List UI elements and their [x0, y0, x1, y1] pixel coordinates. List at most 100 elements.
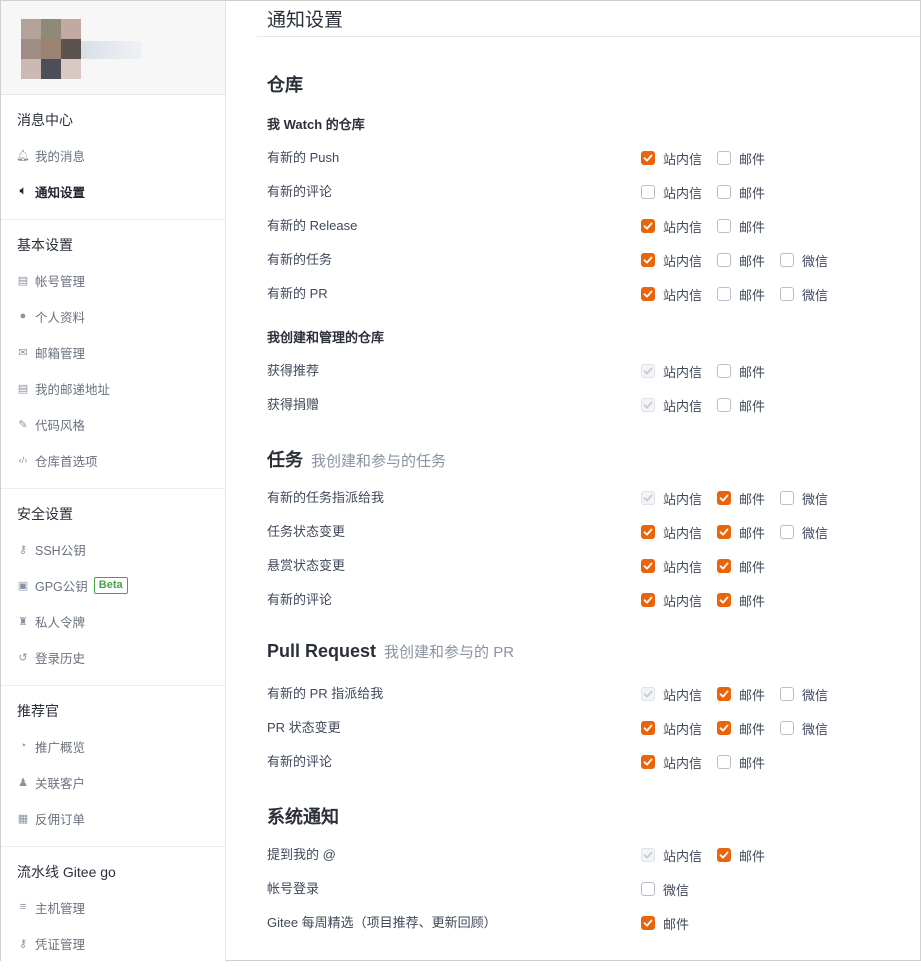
- wechat-checkbox[interactable]: [641, 882, 655, 896]
- email-checkbox[interactable]: [717, 364, 731, 378]
- email-checkbox[interactable]: [717, 593, 731, 607]
- site-checkbox[interactable]: [641, 287, 655, 301]
- site-option[interactable]: 站内信: [641, 487, 702, 509]
- sidebar-item[interactable]: ↺ 登录历史: [1, 639, 225, 675]
- email-checkbox[interactable]: [717, 559, 731, 573]
- site-checkbox[interactable]: [641, 253, 655, 267]
- setting-row: 帐号登录 微信: [267, 878, 920, 900]
- site-checkbox[interactable]: [641, 755, 655, 769]
- sidebar-item[interactable]: ✎ 代码风格: [1, 406, 225, 442]
- sidebar-item[interactable]: ♜ 私人令牌: [1, 603, 225, 639]
- site-option[interactable]: 站内信: [641, 683, 702, 705]
- email-checkbox[interactable]: [717, 253, 731, 267]
- sidebar-group: 消息中心 🔔︎ 我的消息 🔈︎ 通知设置: [1, 95, 225, 220]
- wechat-checkbox[interactable]: [780, 687, 794, 701]
- email-option[interactable]: 邮件: [717, 683, 765, 705]
- brush-icon: ✎: [18, 418, 28, 431]
- site-checkbox[interactable]: [641, 151, 655, 165]
- email-checkbox[interactable]: [717, 721, 731, 735]
- wechat-option[interactable]: 微信: [780, 283, 828, 305]
- wechat-checkbox[interactable]: [780, 525, 794, 539]
- email-option[interactable]: 邮件: [717, 487, 765, 509]
- site-checkbox[interactable]: [641, 185, 655, 199]
- sidebar-item[interactable]: ▤ 我的邮递地址: [1, 370, 225, 406]
- site-option[interactable]: 站内信: [641, 844, 702, 866]
- site-checkbox[interactable]: [641, 721, 655, 735]
- email-checkbox[interactable]: [641, 916, 655, 930]
- site-option[interactable]: 站内信: [641, 717, 702, 739]
- email-checkbox[interactable]: [717, 525, 731, 539]
- email-checkbox[interactable]: [717, 185, 731, 199]
- site-option[interactable]: 站内信: [641, 249, 702, 271]
- sidebar-item[interactable]: ♟ 关联客户: [1, 764, 225, 800]
- email-option[interactable]: 邮件: [717, 751, 765, 773]
- site-option[interactable]: 站内信: [641, 181, 702, 203]
- email-option[interactable]: 邮件: [717, 215, 765, 237]
- site-option[interactable]: 站内信: [641, 751, 702, 773]
- site-option[interactable]: 站内信: [641, 147, 702, 169]
- sidebar-item[interactable]: ‹/› 仓库首选项: [1, 442, 225, 478]
- email-option[interactable]: 邮件: [717, 555, 765, 577]
- email-checkbox[interactable]: [717, 151, 731, 165]
- email-checkbox[interactable]: [717, 398, 731, 412]
- wechat-option[interactable]: 微信: [780, 487, 828, 509]
- wechat-option[interactable]: 微信: [780, 249, 828, 271]
- email-option[interactable]: 邮件: [717, 394, 765, 416]
- site-option[interactable]: 站内信: [641, 215, 702, 237]
- email-option-label: 邮件: [739, 721, 766, 737]
- email-option[interactable]: 邮件: [717, 283, 765, 305]
- site-checkbox[interactable]: [641, 559, 655, 573]
- sidebar-item[interactable]: ▣ GPG公钥 Beta: [1, 567, 225, 603]
- email-option[interactable]: 邮件: [717, 181, 765, 203]
- email-option[interactable]: 邮件: [641, 912, 689, 934]
- email-checkbox[interactable]: [717, 848, 731, 862]
- wechat-checkbox[interactable]: [780, 253, 794, 267]
- wechat-option[interactable]: 微信: [641, 878, 689, 900]
- email-checkbox[interactable]: [717, 491, 731, 505]
- email-option[interactable]: 邮件: [717, 249, 765, 271]
- sidebar-item[interactable]: ◔ 推广概览: [1, 728, 225, 764]
- email-checkbox[interactable]: [717, 687, 731, 701]
- sidebar-group-title: 消息中心: [17, 112, 73, 128]
- sidebar-item[interactable]: ● 个人资料: [1, 298, 225, 334]
- sidebar-group-title: 安全设置: [17, 506, 73, 522]
- sidebar-group-title: 基本设置: [17, 237, 73, 253]
- email-option[interactable]: 邮件: [717, 521, 765, 543]
- email-checkbox[interactable]: [717, 287, 731, 301]
- site-option[interactable]: 站内信: [641, 283, 702, 305]
- site-option[interactable]: 站内信: [641, 589, 702, 611]
- sidebar-item[interactable]: 🔔︎ 我的消息: [1, 137, 225, 173]
- avatar[interactable]: [21, 19, 81, 79]
- email-option[interactable]: 邮件: [717, 717, 765, 739]
- wechat-option[interactable]: 微信: [780, 521, 828, 543]
- site-option[interactable]: 站内信: [641, 555, 702, 577]
- wechat-checkbox[interactable]: [780, 287, 794, 301]
- sidebar-item[interactable]: ≡ 主机管理: [1, 889, 225, 925]
- sidebar-item[interactable]: ▤ 帐号管理: [1, 262, 225, 298]
- email-option[interactable]: 邮件: [717, 147, 765, 169]
- sidebar-item[interactable]: ✉ 邮箱管理: [1, 334, 225, 370]
- sidebar-item[interactable]: 🔈︎ 通知设置: [1, 173, 225, 209]
- site-option[interactable]: 站内信: [641, 521, 702, 543]
- sidebar-item[interactable]: ⚷ SSH公钥: [1, 531, 225, 567]
- email-checkbox[interactable]: [717, 219, 731, 233]
- sidebar-item[interactable]: ▦ 反佣订单: [1, 800, 225, 836]
- sidebar-item[interactable]: ⚷ 凭证管理: [1, 925, 225, 961]
- wechat-option[interactable]: 微信: [780, 683, 828, 705]
- site-checkbox[interactable]: [641, 219, 655, 233]
- email-option[interactable]: 邮件: [717, 589, 765, 611]
- email-checkbox[interactable]: [717, 755, 731, 769]
- setting-label: 提到我的 @: [267, 847, 336, 862]
- wechat-checkbox[interactable]: [780, 491, 794, 505]
- wechat-option[interactable]: 微信: [780, 717, 828, 739]
- email-option[interactable]: 邮件: [717, 360, 765, 382]
- sidebar-item-label: 私人令牌: [35, 615, 86, 630]
- email-option[interactable]: 邮件: [717, 844, 765, 866]
- setting-label: 悬赏状态变更: [267, 558, 346, 573]
- site-checkbox[interactable]: [641, 593, 655, 607]
- wechat-checkbox[interactable]: [780, 721, 794, 735]
- site-option[interactable]: 站内信: [641, 360, 702, 382]
- site-checkbox: [641, 364, 655, 378]
- site-option[interactable]: 站内信: [641, 394, 702, 416]
- site-checkbox[interactable]: [641, 525, 655, 539]
